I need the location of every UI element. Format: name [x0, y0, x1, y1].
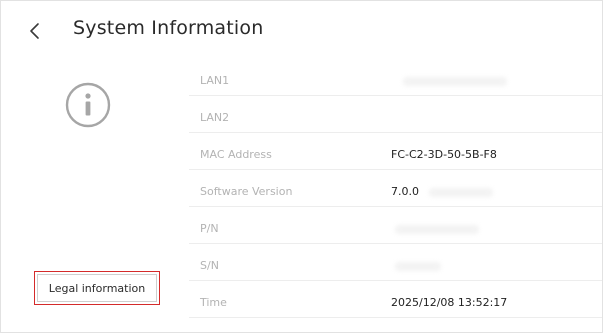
back-button[interactable] — [23, 15, 49, 47]
legal-information-button[interactable]: Legal information — [34, 271, 160, 305]
row-mac-address: MAC Address FC-C2-3D-50-5B-F8 — [189, 135, 602, 170]
row-label: LAN2 — [200, 111, 230, 124]
row-time: Time 2025/12/08 13:52:17 — [189, 283, 602, 318]
row-label: LAN1 — [200, 74, 230, 87]
row-label: Software Version — [200, 185, 293, 198]
system-information-screen: System Information LAN1 LAN2 MAC Address… — [0, 0, 603, 333]
row-sn: S/N — [189, 246, 602, 281]
row-value: FC-C2-3D-50-5B-F8 — [391, 148, 497, 161]
row-lan1: LAN1 — [189, 61, 602, 96]
row-lan2: LAN2 — [189, 98, 602, 133]
redacted-value — [395, 262, 441, 271]
redacted-value — [395, 225, 479, 234]
row-value: 2025/12/08 13:52:17 — [391, 296, 508, 309]
row-label: Time — [200, 296, 227, 309]
header: System Information — [1, 1, 602, 61]
redacted-value — [403, 77, 507, 86]
row-label: P/N — [200, 222, 219, 235]
info-list: LAN1 LAN2 MAC Address FC-C2-3D-50-5B-F8 … — [189, 61, 602, 320]
row-label: S/N — [200, 259, 219, 272]
row-label: MAC Address — [200, 148, 272, 161]
row-software-version: Software Version 7.0.0 — [189, 172, 602, 207]
legal-information-label: Legal information — [37, 274, 157, 302]
page-title: System Information — [73, 17, 264, 39]
info-circle-icon — [64, 81, 112, 129]
row-pn: P/N — [189, 209, 602, 244]
redacted-value — [429, 188, 493, 197]
chevron-left-icon — [30, 23, 39, 39]
row-value: 7.0.0 — [391, 185, 419, 198]
